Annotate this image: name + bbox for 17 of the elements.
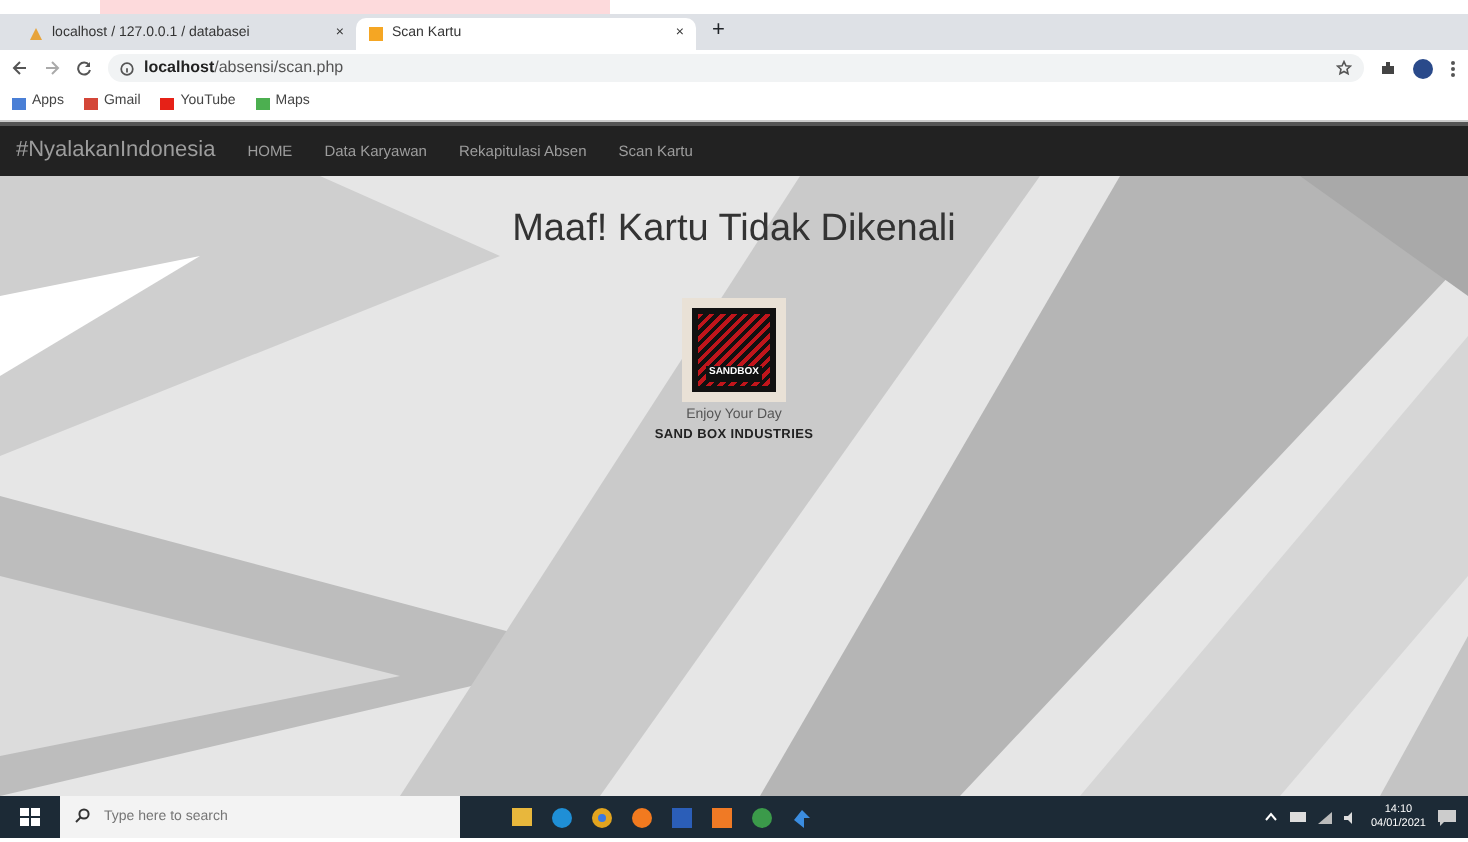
star-icon[interactable] — [1336, 60, 1352, 76]
reload-icon[interactable] — [76, 60, 92, 76]
url-text: localhost/absensi/scan.php — [144, 56, 344, 80]
avatar-icon[interactable] — [1412, 57, 1434, 79]
info-icon — [120, 61, 134, 75]
back-icon[interactable] — [12, 60, 28, 76]
navbar-brand[interactable]: #NyalakanIndonesia — [16, 134, 216, 168]
network-icon[interactable] — [1318, 811, 1333, 823]
page-heading: Maaf! Kartu Tidak Dikenali — [512, 208, 956, 254]
tab-favicon-icon — [368, 26, 384, 42]
notification-icon[interactable] — [1438, 809, 1456, 825]
battery-icon[interactable] — [1290, 812, 1307, 822]
address-bar[interactable]: localhost/absensi/scan.php — [108, 54, 1364, 82]
search-icon — [74, 808, 90, 824]
more-icon[interactable] — [1450, 59, 1456, 77]
chevron-up-icon[interactable] — [1264, 812, 1279, 822]
new-tab-button[interactable]: + — [696, 13, 741, 50]
